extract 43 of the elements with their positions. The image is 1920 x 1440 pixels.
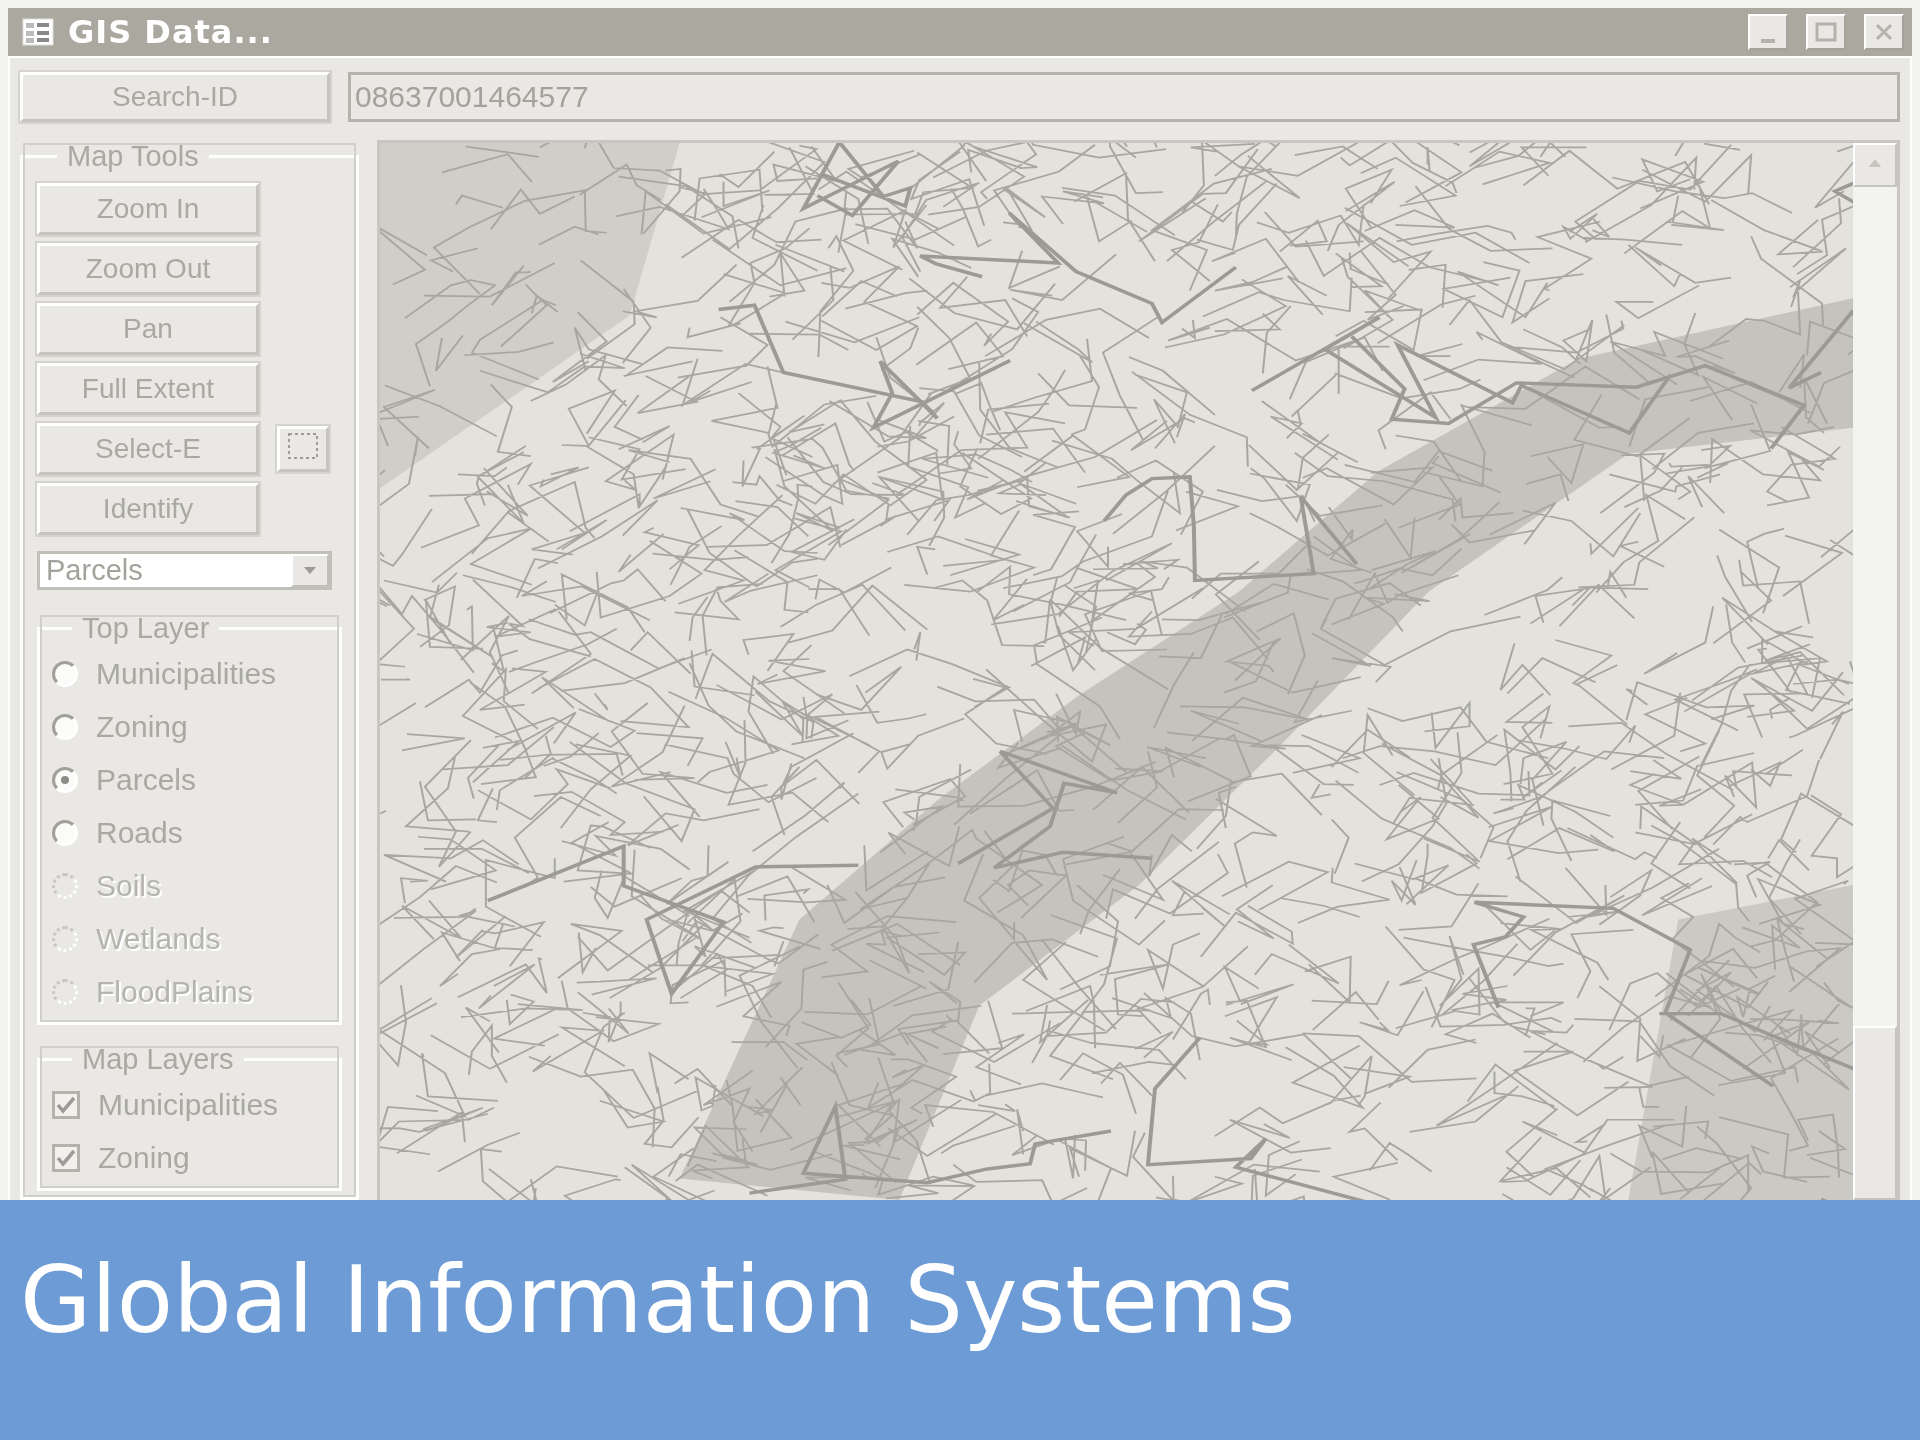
window-icon [22,18,54,46]
group-title: Map Layers [81,1043,235,1076]
tool-button[interactable]: Identify [37,483,259,535]
vertical-scrollbar[interactable] [1853,143,1897,1200]
layer-dropdown[interactable]: Parcels [37,551,332,590]
radio-label: Zoning [96,709,188,744]
checkbox-label: Zoning [98,1140,190,1175]
banner-title: Global Information Systems [20,1246,1296,1354]
scroll-thumb[interactable] [1853,1026,1897,1200]
tool-button[interactable]: Pan [37,303,259,355]
check-icon [56,1148,76,1167]
select-box-button[interactable] [277,426,329,472]
minimize-icon [1761,39,1775,43]
radio-button[interactable] [52,766,78,793]
radio-button[interactable] [52,660,78,687]
tool-button[interactable]: Full Extent [37,363,259,415]
radio-button[interactable] [52,819,78,846]
tool-button[interactable]: Select-E [37,423,259,475]
close-button[interactable] [1864,14,1904,50]
checkbox[interactable] [52,1090,80,1119]
window-title: GIS Data... [68,13,274,51]
tool-button[interactable]: Zoom In [37,183,259,235]
close-icon [1874,22,1894,42]
checkbox[interactable] [52,1143,80,1172]
search-id-button[interactable]: Search-ID [20,72,330,122]
radio-label: Municipalities [96,656,277,691]
caret-icon [304,566,316,575]
tool-button[interactable]: Zoom Out [37,243,259,295]
dropdown-button[interactable] [291,554,329,587]
map-drawing[interactable] [380,143,1853,1200]
group-title: Map Tools [66,140,200,173]
maximize-button[interactable] [1806,14,1846,50]
radio-label: Parcels [96,762,197,797]
maximize-icon [1815,22,1837,42]
id-input-field[interactable]: 08637001464577 [348,72,1900,122]
minimize-button[interactable] [1748,14,1788,50]
scroll-up-button[interactable] [1853,143,1897,187]
radio-button[interactable] [52,713,78,740]
radio-label: Roads [96,815,183,850]
dotted-rectangle-icon [286,430,320,461]
check-icon [56,1095,76,1114]
group-title: Top Layer [81,612,211,645]
checkbox-label: Municipalities [98,1087,279,1122]
